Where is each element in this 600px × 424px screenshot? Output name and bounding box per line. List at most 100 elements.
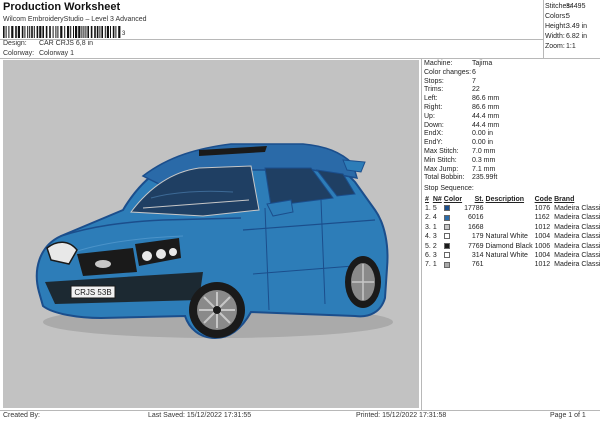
colorway-value: Colorway 1 bbox=[38, 50, 74, 57]
design-label: Design: bbox=[3, 40, 27, 47]
cell-n: 1. bbox=[425, 205, 431, 212]
created-by: Created By: bbox=[3, 412, 40, 419]
cell-n: 5. bbox=[425, 242, 431, 250]
cell-n: 6. bbox=[425, 252, 431, 260]
table-row: 3.1 1668 1012Madeira Classic 40 bbox=[424, 223, 600, 232]
design-preview: CRJS 53B bbox=[3, 60, 419, 408]
colorway-label: Colorway: bbox=[3, 50, 35, 57]
table-row: 2.4 6016 1162 Madeira Classic 40 bbox=[424, 213, 600, 222]
cell-code: 1004 bbox=[534, 252, 551, 260]
info-value: 7 bbox=[472, 77, 476, 85]
table-row: 1.5 17786 1076Madeira Classic 40 bbox=[424, 204, 600, 213]
info-label: Total Bobbin: bbox=[424, 174, 465, 182]
cell-n: 3. bbox=[425, 223, 431, 231]
table-row: 6.3 314Natural White 1004Madeira Classic 4… bbox=[424, 251, 600, 260]
info-label: Machine: bbox=[424, 60, 453, 67]
cell-description bbox=[485, 223, 534, 232]
cell-brand: Madeira Classic 40 bbox=[554, 223, 600, 231]
printed-date: Printed: 15/12/2022 17:31:58 bbox=[356, 412, 447, 419]
machine-info-row: Color changes:6 bbox=[424, 69, 599, 78]
cell-n1: 3 bbox=[432, 252, 437, 260]
cell-st: 761 bbox=[471, 261, 484, 269]
color-swatch-icon bbox=[443, 205, 450, 212]
cell-description bbox=[485, 213, 534, 222]
cell-st: 6016 bbox=[467, 214, 484, 222]
cell-color bbox=[443, 223, 463, 232]
panel-divider bbox=[421, 58, 422, 410]
cell-st: 7769 bbox=[467, 242, 484, 250]
info-value: 86.6 mm bbox=[472, 95, 500, 103]
info-label: Max Stitch: bbox=[424, 147, 459, 155]
page-number: Page 1 of 1 bbox=[550, 412, 586, 419]
footer-divider bbox=[0, 410, 600, 411]
cell-code: 1012 bbox=[534, 223, 551, 231]
cell-color bbox=[443, 251, 463, 260]
info-label: Up: bbox=[424, 112, 435, 120]
col-code: Code bbox=[534, 196, 553, 203]
stop-sequence-heading: Stop Sequence: bbox=[424, 185, 474, 192]
info-value: 235.99ft bbox=[472, 174, 498, 182]
machine-info-row: Right: 86.6 mm bbox=[424, 104, 599, 113]
info-label: EndX: bbox=[424, 130, 444, 138]
machine-info-row: Machine: Tajima bbox=[424, 60, 599, 69]
info-value: 0.00 in bbox=[472, 130, 494, 138]
cell-color bbox=[443, 232, 463, 241]
car-embroidery-icon: CRJS 53B bbox=[35, 143, 393, 340]
cell-color bbox=[443, 260, 463, 269]
license-plate: CRJS 53B bbox=[74, 288, 111, 297]
info-value: 0.00 in bbox=[472, 139, 494, 147]
cell-brand: Madeira Classic 40 bbox=[554, 252, 600, 260]
machine-info-row: Total Bobbin: 235.99ft bbox=[424, 174, 599, 183]
color-swatch-icon bbox=[443, 242, 450, 249]
design-value: CAR CRJS 6,8 in bbox=[38, 40, 94, 47]
table-row: 4.3 179Natural White 1004Madeira Classic 4… bbox=[424, 232, 600, 241]
stat-row: Width:6.82 in bbox=[545, 33, 588, 40]
cell-n1: 1 bbox=[432, 261, 437, 269]
stats-divider bbox=[543, 0, 544, 58]
machine-info-panel: Machine: Tajima Color changes:6 Stops: 7 Trim… bbox=[424, 60, 599, 183]
cell-n: 2. bbox=[425, 214, 431, 222]
machine-info-row: Stops: 7 bbox=[424, 78, 599, 87]
cell-description bbox=[485, 260, 534, 269]
cell-st: 17786 bbox=[464, 205, 484, 212]
cell-brand: Madeira Classic 40 bbox=[554, 242, 600, 250]
stat-row: Zoom:1:1 bbox=[545, 43, 576, 50]
info-label: Min Stitch: bbox=[424, 156, 457, 164]
machine-info-row: Left: 86.6 mm bbox=[424, 95, 599, 104]
col-n1: N# bbox=[432, 196, 442, 203]
stats-panel: Stitches:34495 Colors:5 Height:3.49 in W… bbox=[545, 2, 599, 52]
barcode-icon bbox=[3, 26, 121, 38]
cell-brand: Madeira Classic 40 bbox=[554, 233, 600, 241]
table-header-row: # N# Color St. Description Code Brand bbox=[424, 195, 600, 204]
stat-row: Stitches:34495 bbox=[545, 3, 586, 10]
info-label: Stops: bbox=[424, 77, 444, 85]
info-value: 44.4 mm bbox=[472, 112, 500, 120]
cell-brand: Madeira Classic 40 bbox=[554, 214, 600, 222]
machine-info-row: Trims: 22 bbox=[424, 86, 599, 95]
color-swatch-icon bbox=[443, 233, 450, 240]
col-description: Description bbox=[485, 196, 525, 203]
cell-st: 179 bbox=[471, 233, 484, 241]
table-row: 5.2 7769Diamond Black1006Madeira Classic … bbox=[424, 242, 600, 251]
cell-st: 1668 bbox=[467, 223, 484, 231]
meta-divider bbox=[0, 58, 600, 59]
table-row: 7.1 761 1012Madeira Classic 40 bbox=[424, 260, 600, 269]
info-value: 7.1 mm bbox=[472, 165, 496, 173]
info-label: Max Jump: bbox=[424, 165, 459, 173]
info-value: 86.6 mm bbox=[472, 103, 500, 111]
machine-info-row: EndX: 0.00 in bbox=[424, 130, 599, 139]
info-label: Right: bbox=[424, 103, 443, 111]
cell-n1: 5 bbox=[432, 205, 437, 212]
info-value: Tajima bbox=[472, 60, 493, 67]
barcode-digit: 3 bbox=[122, 31, 126, 37]
cell-n1: 1 bbox=[432, 223, 437, 231]
col-n: # bbox=[425, 196, 429, 203]
color-swatch-icon bbox=[443, 214, 450, 221]
cell-color bbox=[443, 213, 463, 222]
cell-n: 7. bbox=[425, 261, 431, 269]
cell-color bbox=[443, 242, 463, 251]
cell-code: 1004 bbox=[534, 233, 551, 241]
info-label: EndY: bbox=[424, 139, 443, 147]
cell-n1: 3 bbox=[432, 233, 437, 241]
machine-info-row: Max Jump: 7.1 mm bbox=[424, 166, 599, 175]
